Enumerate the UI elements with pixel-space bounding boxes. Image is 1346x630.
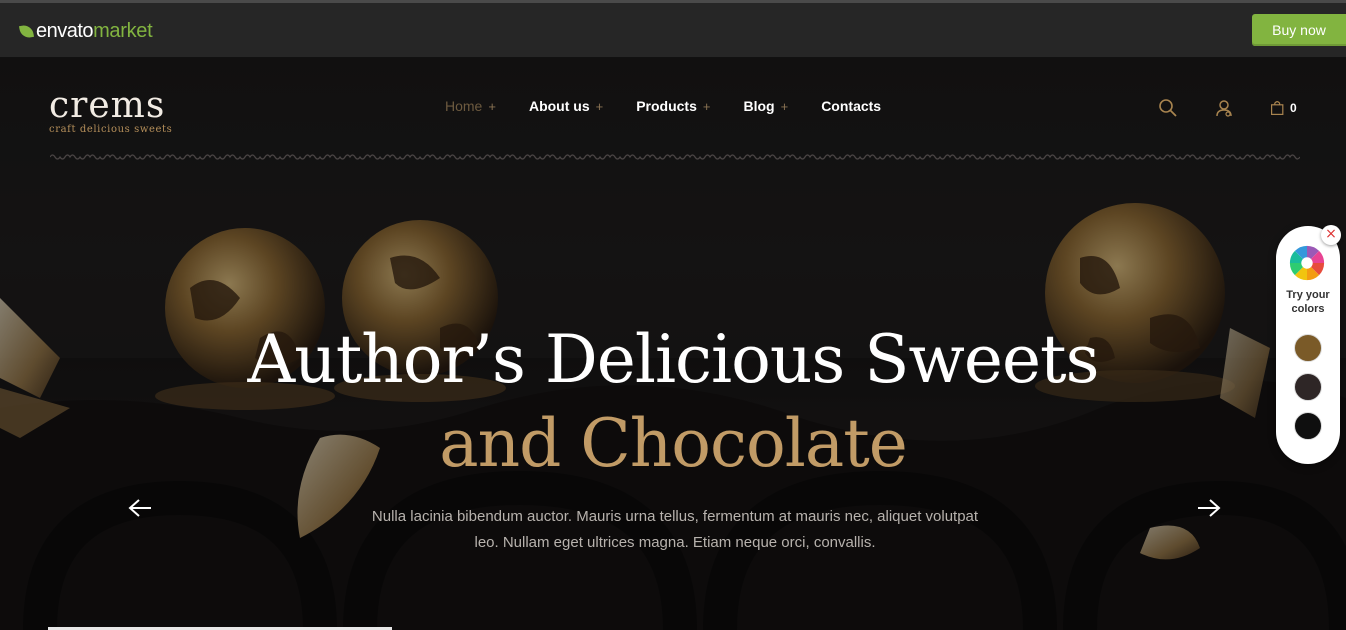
color-widget-label: Try your colors: [1286, 289, 1330, 315]
plus-icon: +: [702, 98, 711, 114]
plus-icon: +: [595, 98, 604, 114]
nav-item-label: Home: [445, 98, 483, 114]
hero-description: Nulla lacinia bibendum auctor. Mauris ur…: [371, 508, 979, 551]
site-tagline: craft delicious sweets: [49, 124, 173, 135]
hero-headline: Author’s Delicious Sweets: [247, 321, 1100, 398]
color-swatch-brown[interactable]: [1294, 334, 1322, 362]
hero-headline-accent: and Chocolate: [439, 405, 908, 482]
color-picker-widget: Try your colors: [1276, 226, 1340, 464]
envato-top-bar: envato market Buy now: [0, 0, 1346, 58]
user-icon[interactable]: [1214, 98, 1234, 118]
nav-item-label: Products: [636, 98, 697, 114]
nav-item-products[interactable]: Products +: [636, 98, 710, 114]
color-wheel-icon[interactable]: [1288, 244, 1326, 282]
nav-item-blog[interactable]: Blog +: [743, 98, 788, 114]
arrow-right-icon[interactable]: [1197, 498, 1221, 518]
envato-market-logo[interactable]: envato market: [18, 20, 153, 43]
header-actions: 0: [1158, 98, 1297, 118]
arrow-left-icon[interactable]: [128, 498, 152, 518]
cart-count-badge[interactable]: 0: [1290, 101, 1297, 115]
site-logo[interactable]: crems craft delicious sweets: [49, 85, 173, 136]
color-swatch-black[interactable]: [1294, 412, 1322, 440]
site-logo-text: crems: [49, 85, 166, 126]
hero-slider: crems craft delicious sweets Home + Abou…: [0, 58, 1346, 630]
main-navigation: Home + About us + Products + Blog + Cont…: [445, 98, 914, 114]
color-swatch-dark-brown[interactable]: [1294, 373, 1322, 401]
nav-item-about-us[interactable]: About us +: [529, 98, 603, 114]
buy-now-button[interactable]: Buy now: [1252, 14, 1346, 46]
nav-item-home[interactable]: Home +: [445, 98, 496, 114]
shopping-bag-icon[interactable]: [1270, 98, 1286, 118]
nav-item-label: Blog: [743, 98, 775, 114]
plus-icon: +: [780, 98, 789, 114]
header-wave-divider: [50, 154, 1300, 160]
nav-item-label: Contacts: [821, 98, 882, 114]
envato-leaf-icon: [18, 23, 35, 40]
market-brand-text: market: [93, 20, 153, 42]
plus-icon: +: [488, 98, 496, 114]
search-icon[interactable]: [1158, 98, 1178, 118]
nav-item-label: About us: [528, 98, 590, 114]
envato-brand-text: envato: [36, 20, 94, 42]
nav-item-contacts[interactable]: Contacts: [821, 98, 881, 114]
close-icon[interactable]: ×: [1321, 225, 1341, 245]
